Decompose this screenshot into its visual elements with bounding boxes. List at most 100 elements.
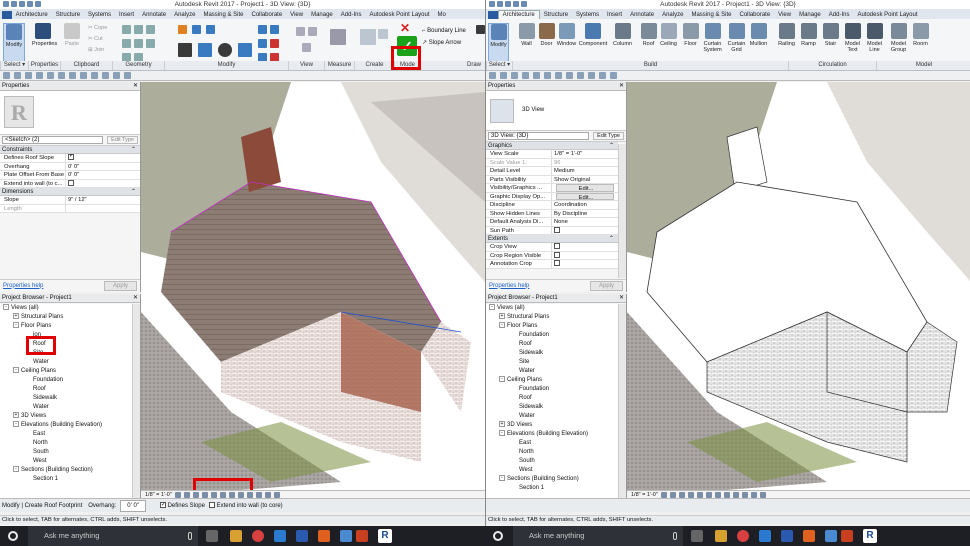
browser-node[interactable]: - Ceiling Plans xyxy=(486,376,618,385)
instance-selector-dropdown[interactable]: 3D View: {3D} xyxy=(488,132,590,140)
microphone-icon[interactable] xyxy=(673,532,677,540)
app-icon[interactable] xyxy=(825,530,837,542)
tab-architecture[interactable]: Architecture xyxy=(497,10,540,19)
browser-node[interactable]: - Elevations (Building Elevation) xyxy=(486,430,618,439)
curtain-system-button[interactable]: Curtain System xyxy=(702,23,723,63)
property-value[interactable]: Coordination xyxy=(552,201,618,209)
collapse-chevron-icon[interactable]: ⌃ xyxy=(131,188,136,196)
tab-insert[interactable]: Insert xyxy=(115,11,138,19)
collapse-icon[interactable]: - xyxy=(489,304,495,311)
cancel-edit-mode-icon[interactable]: ✕ xyxy=(400,21,410,35)
railing-button[interactable]: Railing xyxy=(776,23,797,63)
close-icon[interactable]: ✕ xyxy=(619,82,624,91)
property-value[interactable] xyxy=(66,205,140,213)
select-group[interactable]: Select ▾ xyxy=(0,61,28,70)
browser-node[interactable]: Roof xyxy=(486,394,618,403)
floor-button[interactable]: Floor xyxy=(680,23,701,63)
trim-icon[interactable] xyxy=(238,43,252,57)
tab-structure[interactable]: Structure xyxy=(540,11,572,19)
tab-autodesk-point-layout[interactable]: Autodesk Point Layout xyxy=(853,11,921,19)
browser-node[interactable]: South xyxy=(0,448,132,457)
tab-architecture[interactable]: Architecture xyxy=(12,11,52,19)
expand-icon[interactable]: + xyxy=(499,313,505,320)
window-button[interactable]: Window xyxy=(556,23,577,63)
browser-node[interactable]: - Sections (Building Section) xyxy=(486,475,618,484)
property-checkbox[interactable] xyxy=(552,251,618,260)
property-checkbox[interactable] xyxy=(552,243,618,251)
browser-node[interactable]: North xyxy=(486,448,618,457)
cut-button[interactable]: ✂ Cut xyxy=(88,34,107,45)
collapse-icon[interactable]: - xyxy=(499,430,505,437)
property-value[interactable]: 1/8" = 1'-0" xyxy=(552,150,618,158)
browser-node[interactable]: Roof xyxy=(0,340,132,349)
collapse-chevron-icon[interactable]: ⌃ xyxy=(609,235,614,243)
offset-icon[interactable] xyxy=(192,25,201,34)
modify-button[interactable]: Modify xyxy=(488,23,509,63)
tab-manage[interactable]: Manage xyxy=(795,11,825,19)
file-explorer-icon[interactable] xyxy=(715,530,727,542)
property-value[interactable]: Medium xyxy=(552,167,618,175)
tab-annotate[interactable]: Annotate xyxy=(626,11,658,19)
windows-start-icon[interactable] xyxy=(8,531,18,541)
revit-taskbar-icon[interactable]: R xyxy=(863,529,877,543)
overhang-input[interactable]: 0' 0" xyxy=(120,499,146,512)
browser-scrollbar[interactable] xyxy=(618,304,626,498)
tab-add-ins[interactable]: Add-Ins xyxy=(337,11,366,19)
rotate-icon[interactable] xyxy=(218,43,232,57)
curtain-grid-button[interactable]: Curtain Grid xyxy=(726,23,747,63)
category-extents[interactable]: Extents ⌃ xyxy=(486,235,618,243)
defines-slope-checkbox[interactable]: Defines Slope xyxy=(159,500,205,511)
property-value[interactable]: None xyxy=(552,218,618,226)
stair-button[interactable]: Stair xyxy=(820,23,841,63)
browser-node[interactable]: +3D Views xyxy=(486,421,618,430)
edit-button[interactable]: Edit... xyxy=(556,184,614,192)
quick-access-toolbar[interactable] xyxy=(489,1,529,8)
windows-start-icon[interactable] xyxy=(493,531,503,541)
browser-node[interactable]: Water xyxy=(0,403,132,412)
task-view-icon[interactable] xyxy=(691,530,703,542)
tab-annotate[interactable]: Annotate xyxy=(138,11,170,19)
3d-view-canvas[interactable] xyxy=(141,82,485,498)
property-checkbox[interactable] xyxy=(66,179,140,188)
tab-analyze[interactable]: Analyze xyxy=(658,11,687,19)
tab-collaborate[interactable]: Collaborate xyxy=(735,11,774,19)
property-checkbox[interactable] xyxy=(552,226,618,235)
properties-help-link[interactable]: Properties help xyxy=(3,283,43,289)
tab-insert[interactable]: Insert xyxy=(603,11,626,19)
collapse-icon[interactable]: - xyxy=(499,376,505,383)
properties-help-link[interactable]: Properties help xyxy=(489,283,529,289)
tab-autodesk-point-layout[interactable]: Autodesk Point Layout xyxy=(365,11,433,19)
browser-node[interactable]: Roof xyxy=(0,385,132,394)
wall-button[interactable]: Wall xyxy=(516,23,537,63)
move-icon[interactable] xyxy=(178,43,192,57)
tab-systems[interactable]: Systems xyxy=(572,11,603,19)
properties-scrollbar[interactable] xyxy=(618,144,626,278)
collapse-icon[interactable]: - xyxy=(13,322,19,329)
close-icon[interactable]: ✕ xyxy=(133,294,138,303)
cortana-search-box[interactable]: Ask me anything xyxy=(513,526,683,546)
chrome-icon[interactable] xyxy=(252,530,264,542)
model-group-button[interactable]: Model Group xyxy=(888,23,909,63)
modify-button[interactable]: Modify xyxy=(3,23,25,63)
model-text-button[interactable]: Model Text xyxy=(842,23,863,63)
browser-node[interactable]: Foundation xyxy=(486,331,618,340)
edit-type-button[interactable]: Edit Type xyxy=(107,136,138,144)
close-icon[interactable]: ✕ xyxy=(133,82,138,91)
browser-node[interactable]: Sidewalk xyxy=(486,403,618,412)
collapse-icon[interactable]: - xyxy=(13,421,19,428)
browser-node[interactable]: Site xyxy=(486,358,618,367)
mullion-button[interactable]: Mullion xyxy=(748,23,769,63)
browser-node[interactable]: Sidewalk xyxy=(486,349,618,358)
collapse-icon[interactable]: - xyxy=(499,475,505,482)
browser-node[interactable]: Foundation xyxy=(486,385,618,394)
model-line-button[interactable]: Model Line xyxy=(864,23,885,63)
category-constraints[interactable]: Constraints ⌃ xyxy=(0,146,140,154)
app-icon[interactable] xyxy=(340,530,352,542)
browser-node[interactable]: West xyxy=(486,466,618,475)
tab-mo[interactable]: Mo xyxy=(434,11,450,19)
boundary-line-button[interactable]: ⌐ Boundary Line xyxy=(422,25,466,37)
collapse-icon[interactable]: - xyxy=(13,466,19,473)
tab-view[interactable]: View xyxy=(286,11,307,19)
paste-button[interactable]: Paste xyxy=(62,23,82,63)
browser-node[interactable]: + Structural Plans xyxy=(0,313,132,322)
